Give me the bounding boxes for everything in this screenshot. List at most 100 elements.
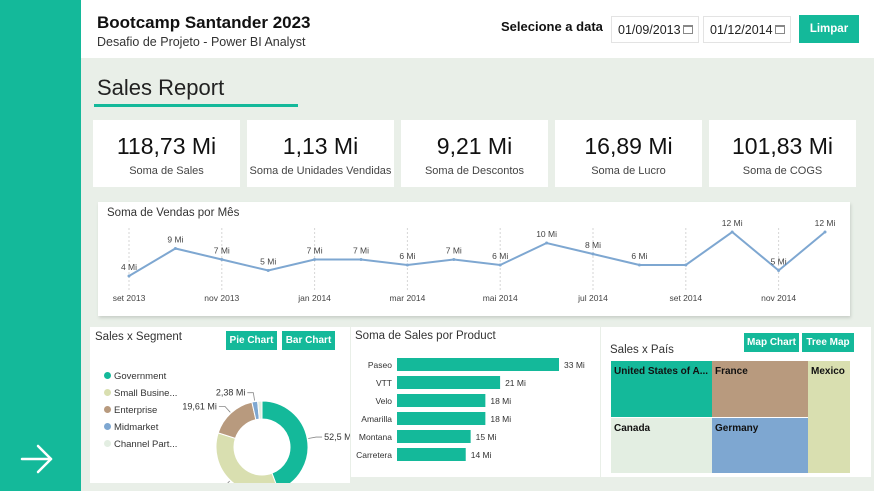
product-bar — [397, 430, 471, 443]
bar-data-label: 33 Mi — [564, 360, 585, 370]
x-tick-label: set 2013 — [113, 293, 146, 303]
kpi-card-discounts: 9,21 Mi Soma de Descontos — [401, 120, 548, 187]
line-data-label: 7 Mi — [307, 246, 323, 256]
x-tick-label: jul 2014 — [577, 293, 608, 303]
line-chart: 4 Mi 9 Mi 7 Mi 5 Mi 7 Mi 7 Mi 6 Mi 7 Mi 6 Mi 10 M… — [113, 218, 836, 303]
bar-data-label: 21 Mi — [505, 378, 526, 388]
line-data-label: 6 Mi — [492, 251, 508, 261]
product-bar — [397, 358, 559, 371]
line-data-label: 6 Mi — [631, 251, 647, 261]
bar-category-label: Amarilla — [361, 414, 392, 424]
main-title: Bootcamp Santander 2023 — [97, 13, 311, 32]
clear-button[interactable]: Limpar — [799, 15, 859, 43]
line-point — [266, 269, 270, 272]
line-point — [173, 247, 177, 250]
kpi-value: 16,89 Mi — [584, 133, 673, 159]
line-point — [591, 252, 595, 256]
donut-leader-line — [227, 480, 230, 483]
line-point — [777, 269, 781, 272]
report-title: Sales Report — [97, 75, 225, 100]
line-data-label: 7 Mi — [353, 246, 369, 256]
kpi-value: 101,83 Mi — [731, 133, 833, 159]
bar-category-label: Velo — [375, 396, 392, 406]
line-data-label: 5 Mi — [260, 257, 276, 267]
kpi-label: Soma de Sales — [129, 165, 204, 177]
line-point — [359, 258, 363, 261]
bar-data-label: 14 Mi — [471, 450, 492, 460]
kpi-label: Soma de Unidades Vendidas — [249, 165, 392, 177]
kpi-value: 118,73 Mi — [116, 133, 217, 159]
x-tick-label: mai 2014 — [483, 293, 518, 303]
kpi-label: Soma de Descontos — [424, 165, 525, 177]
sales-line — [128, 230, 826, 277]
x-tick-label: set 2014 — [669, 293, 702, 303]
arrow-right-icon[interactable] — [20, 443, 54, 475]
donut-data-label: 2,38 Mi — [216, 388, 246, 398]
product-bar — [397, 448, 466, 461]
bar-data-label: 18 Mi — [490, 396, 511, 406]
start-date-input[interactable]: 01/09/2013 — [611, 16, 699, 43]
treemap-tile-france[interactable]: France — [712, 361, 808, 417]
treemap-tile-canada[interactable]: Canada — [611, 418, 712, 473]
donut-data-label: 19,61 Mi — [182, 401, 217, 411]
donut-slice — [215, 432, 277, 483]
line-point — [405, 263, 409, 267]
line-data-label: 4 Mi — [121, 262, 137, 272]
treemap-tile-mexico[interactable]: Mexico — [808, 361, 850, 473]
donut-chart: 52,5 Mi 42,43 Mi 19,61 Mi 2,38 Mi — [182, 388, 350, 483]
line-point — [452, 258, 456, 261]
donut-data-label: 42,43 Mi — [182, 482, 217, 483]
kpi-card-sales: 118,73 Mi Soma de Sales — [93, 120, 240, 187]
report-canvas: Sales Report 118,73 Mi Soma de Sales 1,1… — [81, 58, 874, 491]
donut-data-label: 52,5 Mi — [324, 432, 350, 442]
donut-slice — [217, 401, 257, 440]
tree-map-button[interactable]: Tree Map — [802, 333, 854, 352]
end-date-input[interactable]: 01/12/2014 — [703, 16, 791, 43]
line-data-label: 10 Mi — [536, 229, 557, 239]
date-filter-label: Selecione a data — [501, 19, 603, 34]
line-point — [313, 258, 317, 261]
line-point — [220, 258, 224, 261]
calendar-icon[interactable] — [775, 25, 785, 34]
bar-data-label: 18 Mi — [490, 414, 511, 424]
donut-leader-line — [218, 405, 231, 413]
x-tick-label: nov 2014 — [761, 293, 796, 303]
monthly-sales-chart-panel: Soma de Vendas por Mês 4 Mi 9 Mi 7 Mi 5 Mi 7… — [98, 202, 850, 316]
treemap-tile-usa[interactable]: United States of A... — [611, 361, 712, 417]
kpi-card-cogs: 101,83 Mi Soma de COGS — [709, 120, 856, 187]
x-tick-label: mar 2014 — [389, 293, 425, 303]
report-header: Bootcamp Santander 2023 Desafio de Proje… — [81, 0, 874, 58]
map-chart-button[interactable]: Map Chart — [744, 333, 799, 352]
bar-category-label: Carretera — [356, 450, 392, 460]
calendar-icon[interactable] — [683, 25, 693, 34]
kpi-card-profit: 16,89 Mi Soma de Lucro — [555, 120, 702, 187]
product-bar — [397, 412, 486, 425]
product-chart-panel: Soma de Sales por Product Paseo 33 Mi VTT 2… — [351, 327, 600, 477]
treemap-tile-germany[interactable]: Germany — [712, 418, 808, 473]
x-tick-label: jan 2014 — [297, 293, 331, 303]
country-chart-title: Sales x País — [610, 344, 674, 356]
product-bar — [397, 394, 486, 407]
x-tick-label: nov 2013 — [204, 293, 239, 303]
line-data-label: 7 Mi — [446, 246, 462, 256]
country-chart-panel: Sales x País Map Chart Tree Map United S… — [601, 327, 871, 477]
line-data-label: 9 Mi — [167, 235, 183, 245]
kpi-label: Soma de COGS — [742, 165, 823, 177]
line-point — [684, 263, 688, 267]
line-point — [127, 274, 131, 278]
kpi-value: 1,13 Mi — [282, 133, 359, 159]
bar-category-label: Paseo — [368, 360, 392, 370]
end-date-value: 01/12/2014 — [710, 23, 773, 37]
line-data-label: 12 Mi — [722, 218, 743, 228]
line-point — [730, 230, 734, 234]
line-data-label: 6 Mi — [399, 251, 415, 261]
bar-data-label: 15 Mi — [476, 432, 497, 442]
bar-category-label: Montana — [359, 432, 392, 442]
line-data-label: 12 Mi — [815, 218, 836, 228]
donut-slice — [261, 400, 309, 483]
line-point — [823, 230, 827, 234]
left-sidebar — [0, 0, 81, 491]
line-point — [498, 263, 502, 267]
bar-chart: Paseo 33 Mi VTT 21 Mi Velo 18 Mi Amarilla 18 Mi… — [356, 358, 585, 461]
kpi-label: Soma de Lucro — [591, 165, 666, 177]
